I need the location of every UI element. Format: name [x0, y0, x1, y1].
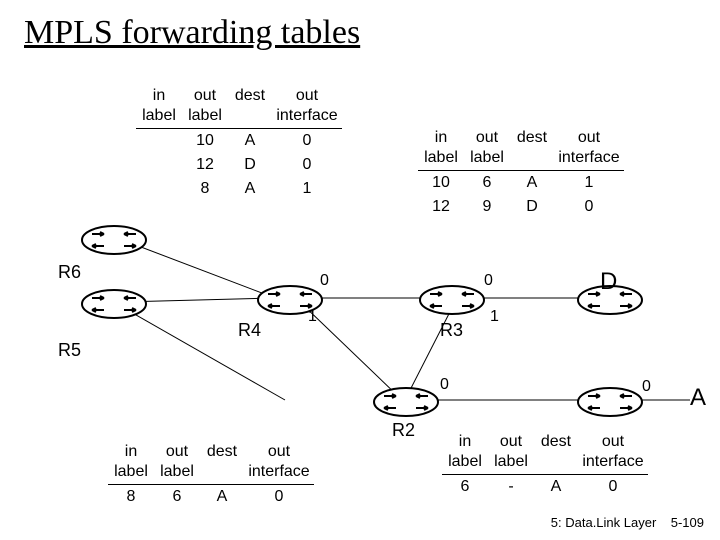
- cell: 0: [244, 485, 314, 509]
- router-label-r2: R2: [392, 420, 415, 441]
- col-in-label: in label: [136, 84, 182, 128]
- cell: D: [510, 195, 554, 219]
- cell: D: [228, 153, 272, 177]
- port-label: 0: [320, 272, 329, 290]
- router-label-r6: R6: [58, 262, 81, 283]
- slide-footer: 5: Data.Link Layer 5-109: [551, 515, 704, 530]
- cell: 6: [442, 475, 488, 499]
- router-label-r3: R3: [440, 320, 463, 341]
- col-out-label: out label: [464, 126, 510, 170]
- col-out-label: out label: [154, 440, 200, 484]
- port-label: 0: [484, 272, 493, 290]
- cell: A: [228, 177, 272, 201]
- cell: A: [534, 475, 578, 499]
- router-r2: [372, 386, 440, 418]
- col-dest: dest: [510, 126, 554, 170]
- router-label-r5: R5: [58, 340, 81, 361]
- router-r5: [80, 288, 148, 320]
- forwarding-table-r6r5: in label out label dest out interface 10…: [136, 84, 342, 201]
- cell: 8: [108, 485, 154, 509]
- cell: 1: [272, 177, 342, 201]
- router-icon: [80, 224, 148, 256]
- forwarding-table-r3: in label out label dest out interface 10…: [418, 126, 624, 219]
- table-row: 12 9 D 0: [418, 195, 624, 219]
- router-label-r4: R4: [238, 320, 261, 341]
- col-out-label: out label: [182, 84, 228, 128]
- cell: 0: [554, 195, 624, 219]
- router-r3: [418, 284, 486, 316]
- forwarding-table-r4: in label out label dest out interface 8 …: [108, 440, 314, 509]
- cell: 9: [464, 195, 510, 219]
- col-dest: dest: [200, 440, 244, 484]
- table-row: 6 - A 0: [442, 475, 648, 499]
- cell: -: [488, 475, 534, 499]
- col-dest: dest: [228, 84, 272, 128]
- cell: [136, 153, 182, 177]
- table-row: 8 6 A 0: [108, 485, 314, 509]
- cell: A: [510, 171, 554, 195]
- cell: 12: [182, 153, 228, 177]
- cell: 10: [418, 171, 464, 195]
- cell: 0: [272, 129, 342, 153]
- port-label: 0: [642, 378, 651, 396]
- footer-page: 5-109: [671, 515, 704, 530]
- cell: 6: [464, 171, 510, 195]
- cell: [136, 177, 182, 201]
- dest-d-label: D: [600, 268, 617, 296]
- router-icon: [418, 284, 486, 316]
- cell: A: [200, 485, 244, 509]
- port-label: 0: [440, 376, 449, 394]
- cell: 0: [272, 153, 342, 177]
- col-in-label: in label: [108, 440, 154, 484]
- dest-a-label: A: [690, 384, 706, 412]
- port-label: 1: [490, 308, 499, 326]
- col-out-interface: out interface: [272, 84, 342, 128]
- table-row: 10 A 0: [136, 129, 342, 153]
- cell: 1: [554, 171, 624, 195]
- forwarding-table-r2: in label out label dest out interface 6 …: [442, 430, 648, 499]
- table-row: 10 6 A 1: [418, 171, 624, 195]
- col-out-label: out label: [488, 430, 534, 474]
- router-icon: [372, 386, 440, 418]
- col-out-interface: out interface: [578, 430, 648, 474]
- router-r6: [80, 224, 148, 256]
- cell: 0: [578, 475, 648, 499]
- router-icon: [80, 288, 148, 320]
- col-out-interface: out interface: [554, 126, 624, 170]
- router-a: [576, 386, 644, 418]
- port-label: 1: [308, 308, 317, 326]
- col-out-interface: out interface: [244, 440, 314, 484]
- col-dest: dest: [534, 430, 578, 474]
- footer-chapter: 5: Data.Link Layer: [551, 515, 657, 530]
- cell: 6: [154, 485, 200, 509]
- col-in-label: in label: [442, 430, 488, 474]
- table-row: 8 A 1: [136, 177, 342, 201]
- col-in-label: in label: [418, 126, 464, 170]
- page-title: MPLS forwarding tables: [24, 14, 360, 52]
- cell: 12: [418, 195, 464, 219]
- cell: A: [228, 129, 272, 153]
- router-icon: [576, 386, 644, 418]
- table-row: 12 D 0: [136, 153, 342, 177]
- cell: [136, 129, 182, 153]
- cell: 8: [182, 177, 228, 201]
- cell: 10: [182, 129, 228, 153]
